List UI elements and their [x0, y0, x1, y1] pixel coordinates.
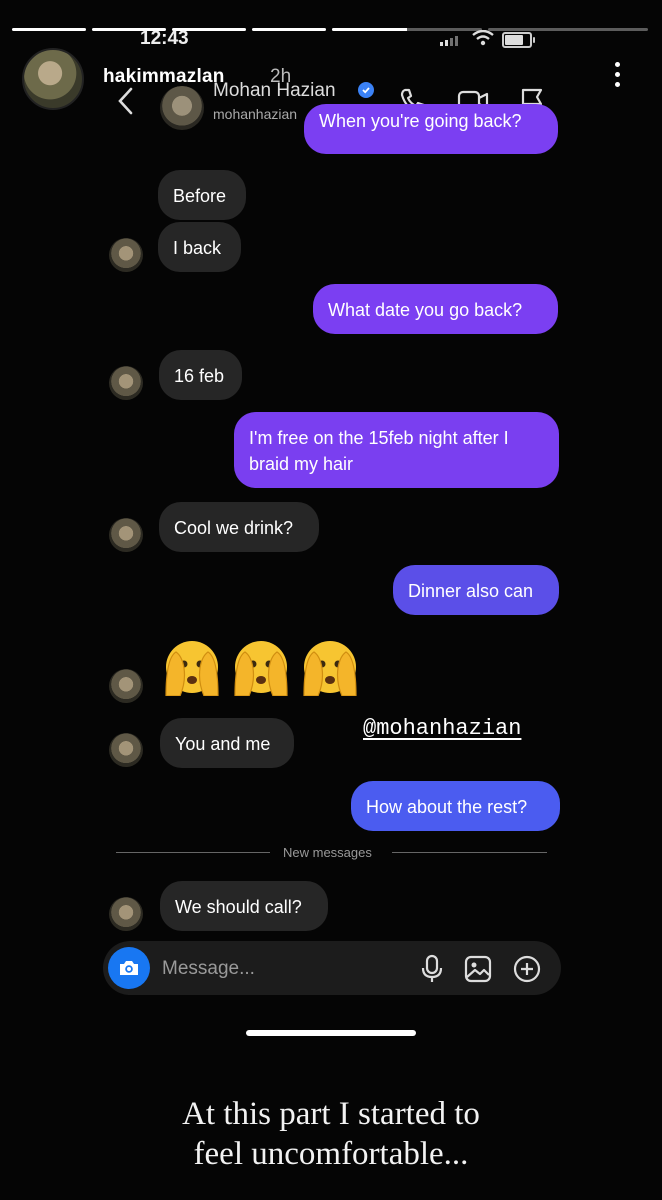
story-username[interactable]: hakimmazlan [103, 66, 225, 88]
camera-icon [120, 961, 138, 975]
message-outgoing[interactable]: I'm free on the 15feb night after I brai… [234, 412, 559, 488]
caption-line-1: At this part I started to [182, 1096, 480, 1132]
add-icon[interactable] [512, 954, 542, 984]
mention-sticker[interactable]: @mohanhazian [363, 716, 521, 741]
message-outgoing[interactable]: When you're going back? [304, 104, 558, 154]
message-incoming[interactable]: Before [158, 170, 246, 220]
emoji-hands-over-eyes-icon [165, 641, 219, 696]
message-incoming[interactable]: Cool we drink? [159, 502, 319, 552]
story-progress-1 [12, 28, 86, 31]
message-input[interactable] [160, 955, 404, 983]
emoji-hands-over-eyes-icon [303, 641, 357, 696]
signal-icon [440, 36, 458, 46]
microphone-icon[interactable] [420, 954, 444, 984]
new-messages-label: New messages [283, 845, 372, 860]
contact-avatar [109, 518, 143, 552]
contact-avatar [109, 669, 143, 703]
verified-badge-icon [358, 82, 374, 98]
home-indicator [246, 1030, 416, 1036]
story-progress-4 [252, 28, 326, 31]
battery-icon [502, 32, 535, 48]
dm-contact-handle: mohanhazian [213, 106, 298, 122]
caption-line-2: feel uncomfortable... [193, 1136, 469, 1172]
contact-avatar [109, 897, 143, 931]
dm-contact-name[interactable]: Mohan Hazian [213, 80, 336, 102]
status-time: 12:43 [140, 28, 189, 49]
divider-line [392, 852, 547, 853]
contact-avatar [109, 366, 143, 400]
story-caption: At this part I started to feel uncomfort… [0, 1094, 662, 1174]
emoji-hands-over-eyes-icon [234, 641, 288, 696]
story-avatar[interactable] [22, 48, 84, 110]
contact-avatar [109, 238, 143, 272]
message-incoming[interactable]: You and me [160, 718, 294, 768]
message-incoming[interactable]: 16 feb [159, 350, 242, 400]
more-options-icon[interactable] [612, 62, 622, 96]
chevron-left-icon[interactable] [116, 86, 136, 116]
message-incoming[interactable]: We should call? [160, 881, 328, 931]
message-incoming[interactable]: I back [158, 222, 241, 272]
camera-button[interactable] [108, 947, 150, 989]
story-progress-5 [332, 28, 482, 31]
contact-avatar [109, 733, 143, 767]
message-outgoing[interactable]: Dinner also can [393, 565, 559, 615]
wifi-icon [472, 30, 494, 46]
message-outgoing[interactable]: What date you go back? [313, 284, 558, 334]
message-outgoing[interactable]: How about the rest? [351, 781, 560, 831]
dm-avatar[interactable] [160, 86, 204, 130]
divider-line [116, 852, 270, 853]
gallery-icon[interactable] [463, 954, 493, 984]
story-progress-6 [488, 28, 648, 31]
